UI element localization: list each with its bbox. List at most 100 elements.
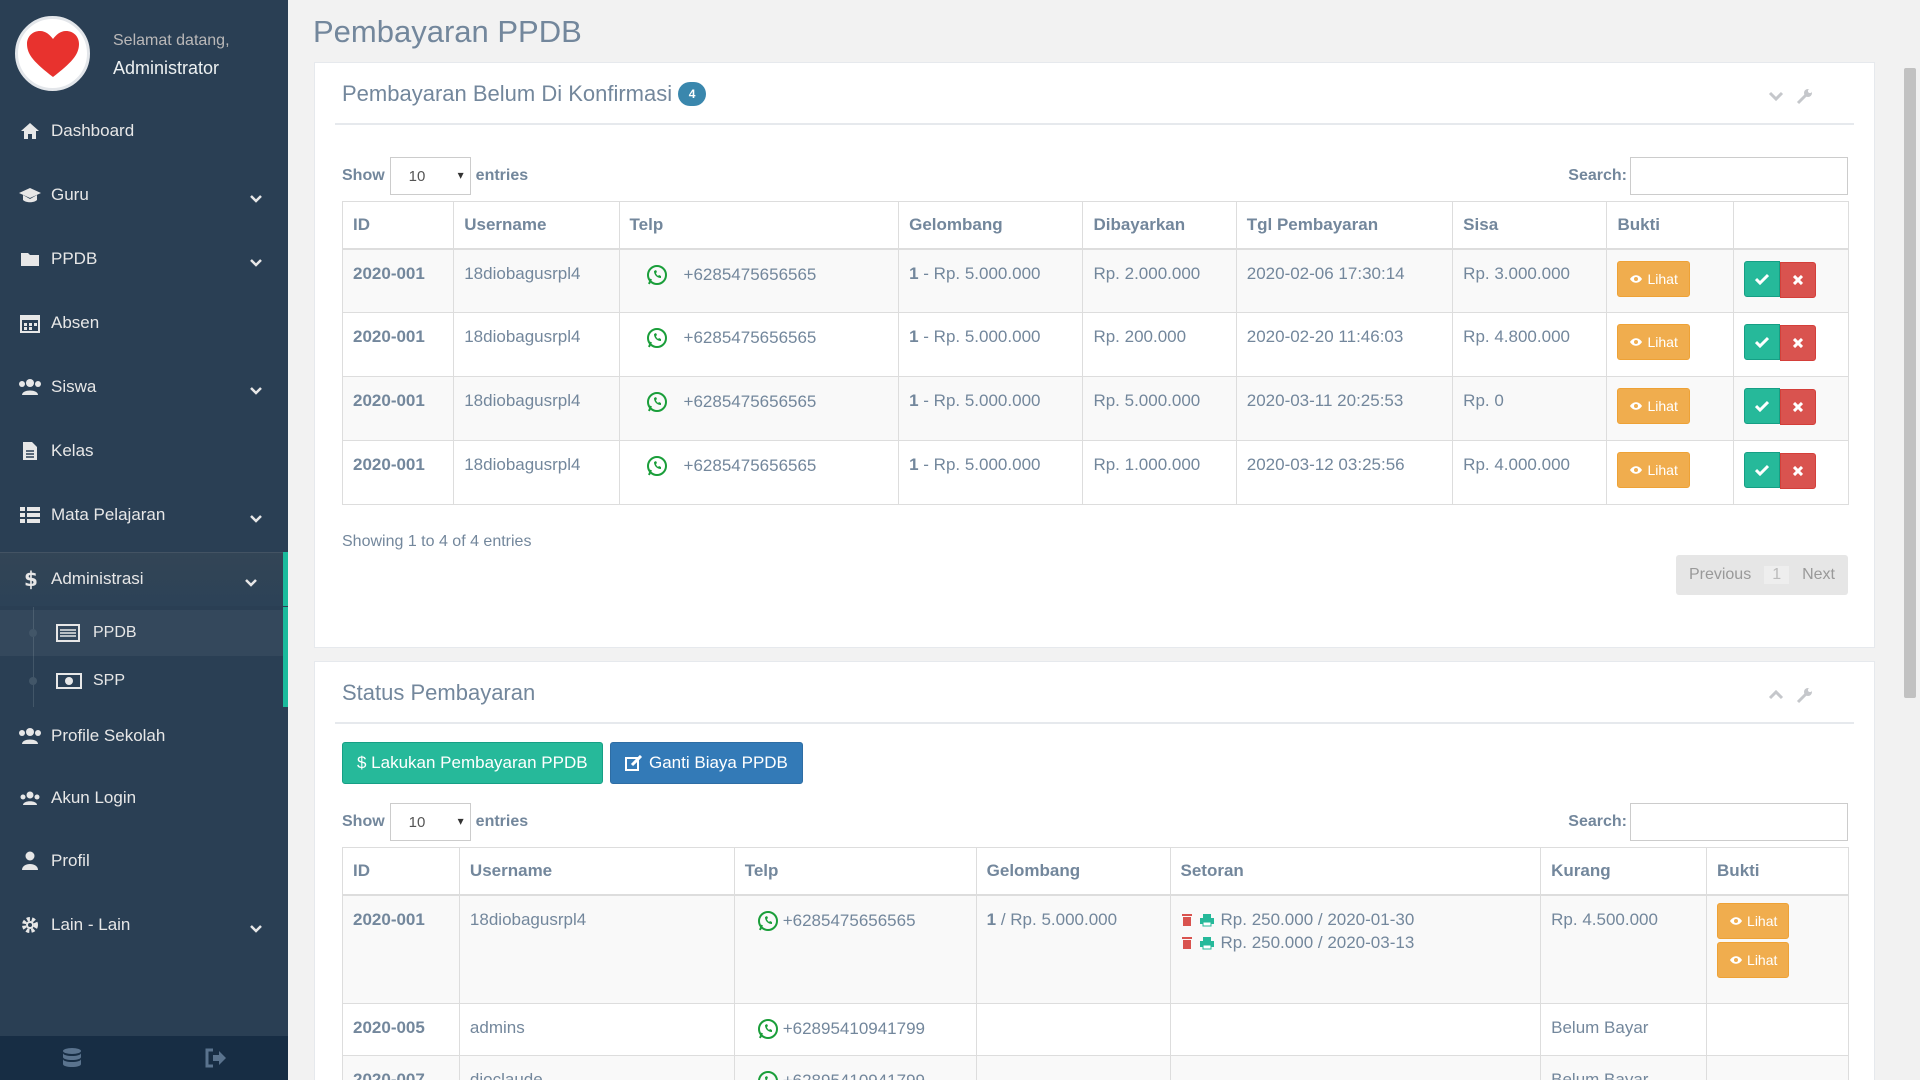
menu-guru[interactable]: Guru xyxy=(0,168,288,222)
whatsapp-icon[interactable] xyxy=(646,264,668,286)
reject-button[interactable] xyxy=(1779,389,1816,425)
chevron-up-icon[interactable] xyxy=(1768,686,1784,709)
cell-kurang: Belum Bayar xyxy=(1540,1003,1708,1056)
scrollbar-thumb[interactable] xyxy=(1904,68,1916,698)
reject-button[interactable] xyxy=(1779,325,1816,361)
col-bukti[interactable]: Bukti xyxy=(1706,847,1849,896)
col-gelombang[interactable]: Gelombang xyxy=(975,847,1171,896)
menu-profile-sekolah[interactable]: Profile Sekolah xyxy=(0,709,288,763)
administrasi-submenu: PPDB SPP xyxy=(0,607,288,707)
cell-telp: +6285475656565 xyxy=(733,894,977,1004)
unconfirmed-table: ID Username Telp Gelombang Dibayarkan Tg… xyxy=(341,201,1850,505)
cell-bukti xyxy=(1706,1055,1849,1080)
whatsapp-icon[interactable] xyxy=(646,327,668,349)
trash-icon[interactable] xyxy=(1181,936,1193,950)
lihat-button[interactable]: Lihat xyxy=(1617,388,1690,424)
close-icon xyxy=(1792,466,1803,476)
menu-mata-pelajaran[interactable]: Mata Pelajaran xyxy=(0,488,288,542)
col-kurang[interactable]: Kurang xyxy=(1540,847,1708,896)
whatsapp-icon[interactable] xyxy=(757,910,779,932)
menu-lain-lain[interactable]: Lain - Lain xyxy=(0,898,288,952)
page-1-button[interactable]: 1 xyxy=(1764,566,1790,584)
database-icon[interactable] xyxy=(0,1036,144,1080)
confirm-button[interactable] xyxy=(1743,324,1780,360)
lakukan-pembayaran-button[interactable]: $ Lakukan Pembayaran PPDB xyxy=(342,742,603,784)
submenu-spp[interactable]: SPP xyxy=(0,658,283,704)
lihat-button[interactable]: Lihat xyxy=(1717,941,1790,978)
trash-icon[interactable] xyxy=(1181,913,1193,927)
panel-title-text: Pembayaran Belum Di Konfirmasi xyxy=(342,81,673,106)
col-username[interactable]: Username xyxy=(453,201,620,250)
col-id[interactable]: ID xyxy=(341,201,455,250)
cell-actions xyxy=(1732,312,1850,377)
menu-administrasi[interactable]: $ Administrasi xyxy=(0,552,288,606)
col-id[interactable]: ID xyxy=(342,847,460,896)
confirm-button[interactable] xyxy=(1743,452,1780,488)
submenu-dot xyxy=(29,677,37,685)
submenu-ppdb[interactable]: PPDB xyxy=(0,610,283,656)
entries-select[interactable]: 10 xyxy=(389,157,471,195)
col-telp[interactable]: Telp xyxy=(733,847,977,896)
eye-icon xyxy=(1730,916,1743,925)
reject-button[interactable] xyxy=(1779,453,1816,489)
entries-select[interactable]: 10 xyxy=(389,803,471,841)
print-icon[interactable] xyxy=(1199,913,1215,927)
phone-number: +6285475656565 xyxy=(782,910,916,930)
whatsapp-icon[interactable] xyxy=(757,1070,779,1080)
unconfirmed-payments-panel: Pembayaran Belum Di Konfirmasi 4 Show 10… xyxy=(314,62,1875,648)
menu-kelas[interactable]: Kelas xyxy=(0,424,288,478)
col-dibayarkan[interactable]: Dibayarkan xyxy=(1082,201,1237,250)
reject-button[interactable] xyxy=(1779,261,1816,298)
cell-telp: +62895410941799 xyxy=(733,1055,977,1080)
wrench-icon[interactable] xyxy=(1796,686,1814,709)
cell-telp: +6285475656565 xyxy=(618,312,900,377)
chevron-down-icon xyxy=(245,572,257,592)
cell-bukti: Lihat xyxy=(1606,312,1734,377)
menu-siswa[interactable]: Siswa xyxy=(0,360,288,414)
gelombang-amount: - Rp. 5.000.000 xyxy=(918,455,1041,474)
next-button[interactable]: Next xyxy=(1789,566,1848,584)
col-setoran[interactable]: Setoran xyxy=(1169,847,1542,896)
col-gelombang[interactable]: Gelombang xyxy=(898,201,1084,250)
whatsapp-icon[interactable] xyxy=(646,455,668,477)
table-info: Showing 1 to 4 of 4 entries xyxy=(342,533,532,550)
gelombang-amount: - Rp. 5.000.000 xyxy=(918,327,1041,346)
confirm-button[interactable] xyxy=(1743,388,1780,424)
cell-id: 2020-001 xyxy=(341,376,455,441)
menu-dashboard[interactable]: Dashboard xyxy=(0,104,288,158)
whatsapp-icon[interactable] xyxy=(646,391,668,413)
svg-text:$: $ xyxy=(24,568,37,590)
table-search: Search: xyxy=(1568,157,1848,195)
avatar[interactable] xyxy=(15,16,90,91)
whatsapp-icon[interactable] xyxy=(757,1018,779,1040)
search-input[interactable] xyxy=(1630,803,1848,841)
col-bukti[interactable]: Bukti xyxy=(1606,201,1734,250)
wrench-icon[interactable] xyxy=(1796,87,1814,110)
collapse-icon[interactable] xyxy=(1768,87,1784,110)
logout-icon[interactable] xyxy=(144,1036,288,1080)
lihat-button[interactable]: Lihat xyxy=(1717,902,1790,939)
ganti-biaya-button[interactable]: Ganti Biaya PPDB xyxy=(610,742,803,784)
page-scrollbar[interactable] xyxy=(1900,0,1920,1080)
col-username[interactable]: Username xyxy=(458,847,735,896)
menu-absen[interactable]: Absen xyxy=(0,296,288,350)
col-telp[interactable]: Telp xyxy=(618,201,900,250)
lihat-button[interactable]: Lihat xyxy=(1617,324,1690,360)
lihat-button[interactable]: Lihat xyxy=(1617,260,1690,297)
setoran-text: Rp. 250.000 / 2020-03-13 xyxy=(1220,932,1415,952)
lihat-button[interactable]: Lihat xyxy=(1617,452,1690,488)
menu-ppdb[interactable]: PPDB xyxy=(0,232,288,286)
cell-telp: +62895410941799 xyxy=(733,1003,977,1056)
panel-title: Pembayaran Belum Di Konfirmasi 4 xyxy=(342,81,707,107)
previous-button[interactable]: Previous xyxy=(1676,566,1764,584)
menu-akun-login[interactable]: Akun Login xyxy=(0,771,288,825)
confirm-button[interactable] xyxy=(1743,260,1780,297)
table-row: 2020-001 18diobagusrpl4 +6285475656565 1… xyxy=(341,440,1850,505)
print-icon[interactable] xyxy=(1199,936,1215,950)
menu-profil[interactable]: Profil xyxy=(0,834,288,888)
phone-number: +6285475656565 xyxy=(683,392,817,411)
table-row: 2020-001 18diobagusrpl4 +6285475656565 1… xyxy=(342,894,1849,1004)
col-tgl-pembayaran[interactable]: Tgl Pembayaran xyxy=(1235,201,1454,250)
col-sisa[interactable]: Sisa xyxy=(1452,201,1608,250)
search-input[interactable] xyxy=(1630,157,1848,195)
